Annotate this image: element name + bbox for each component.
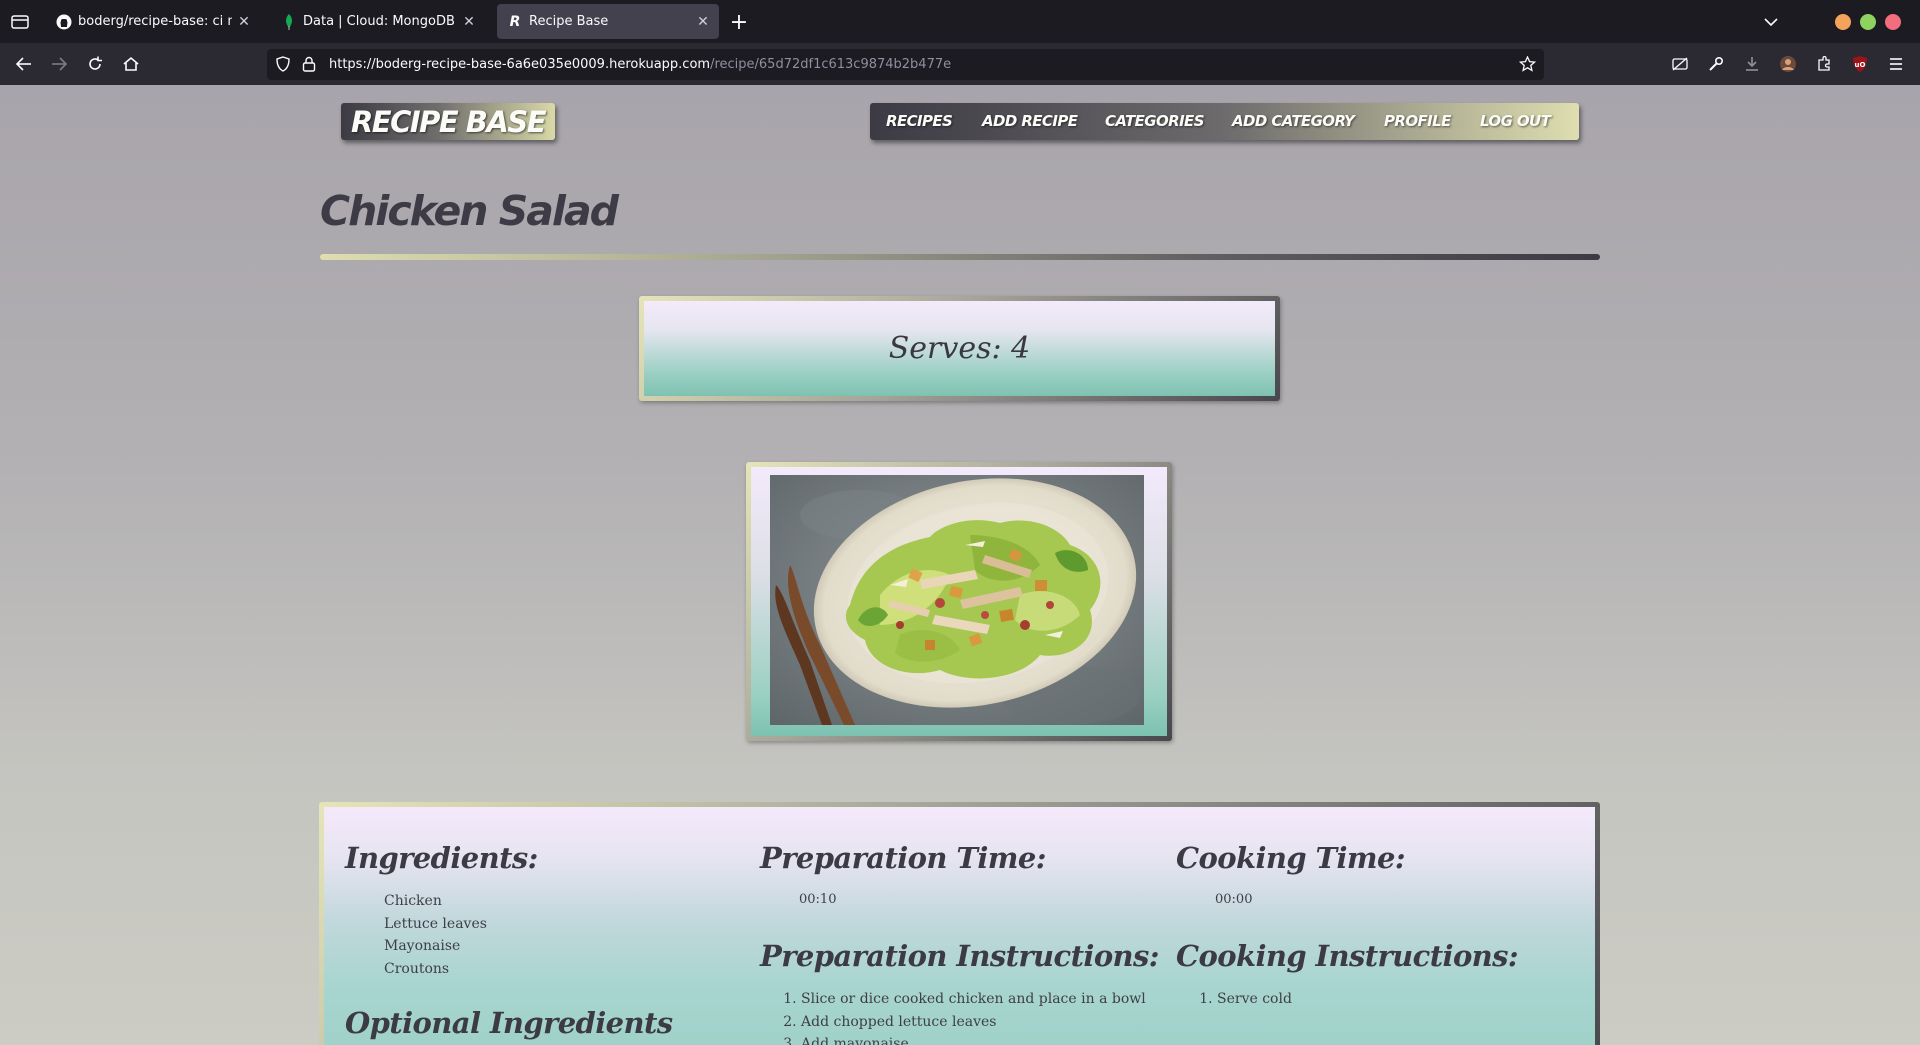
tab-title: boderg/recipe-base: ci milestone [78,14,232,29]
profile-avatar-icon[interactable] [1773,50,1803,78]
back-arrow-icon[interactable] [9,50,39,78]
svg-text:uO: uO [1855,61,1866,69]
recipe-details-card: Ingredients: Chicken Lettuce leaves Mayo… [319,802,1600,1045]
optional-ingredients-heading: Optional Ingredients [345,1006,673,1040]
url-text: https://boderg-recipe-base-6a6e035e0009.… [329,57,951,72]
forward-arrow-icon[interactable] [44,50,74,78]
ublock-origin-icon[interactable]: uO [1845,50,1875,78]
preparation-instructions-list: Slice or dice cooked chicken and place i… [801,988,1146,1045]
window-close-button[interactable] [1885,14,1901,30]
instruction-item: Add chopped lettuce leaves [801,1011,1146,1034]
recipe-image-frame [751,467,1167,736]
bookmark-star-icon[interactable] [1518,55,1537,76]
site-logo-link[interactable]: RECIPE BASE [341,103,555,140]
browser-tab-bar: boderg/recipe-base: ci milestone ✕ Data … [0,0,1920,43]
serves-text: Serves: 4 [888,331,1031,366]
browser-tab-recipe-base[interactable]: R Recipe Base ✕ [497,4,719,39]
nav-link-categories[interactable]: CATEGORIES [1105,112,1205,130]
title-divider [320,254,1600,260]
url-host: https://boderg-recipe-base-6a6e035e0009.… [329,57,711,72]
home-icon[interactable] [116,50,146,78]
recipe-title: Chicken Salad [320,187,619,235]
cooking-instructions-list: Serve cold [1217,988,1292,1011]
serves-card: Serves: 4 [639,296,1280,401]
recipe-base-favicon: R [507,14,523,30]
browser-nav-bar: https://boderg-recipe-base-6a6e035e0009.… [0,43,1920,85]
cooking-instructions-heading: Cooking Instructions: [1176,939,1519,973]
window-minimize-button[interactable] [1835,14,1851,30]
ingredient-item: Lettuce leaves [384,915,487,932]
wrench-icon[interactable] [1701,50,1731,78]
cooking-time-heading: Cooking Time: [1176,841,1406,875]
window-maximize-button[interactable] [1860,14,1876,30]
mongodb-leaf-icon [281,13,297,30]
ingredients-heading: Ingredients: [345,841,538,875]
preparation-time-heading: Preparation Time: [760,841,1046,875]
screenshot-icon[interactable] [1665,50,1695,78]
ingredient-item: Chicken [384,893,442,909]
ingredients-list: Chicken Lettuce leaves Mayonaise Crouton… [384,890,487,981]
cooking-time-value: 00:00 [1215,892,1253,907]
address-bar[interactable]: https://boderg-recipe-base-6a6e035e0009.… [267,49,1544,80]
browser-tab-mongodb[interactable]: Data | Cloud: MongoDB Cloud ✕ [271,4,485,39]
nav-link-add-category[interactable]: ADD CATEGORY [1232,112,1355,130]
firefox-view-icon[interactable] [6,9,34,35]
instruction-item: Slice or dice cooked chicken and place i… [801,988,1146,1011]
main-navigation: RECIPES ADD RECIPE CATEGORIES ADD CATEGO… [870,103,1579,140]
recipe-details-inner: Ingredients: Chicken Lettuce leaves Mayo… [324,807,1595,1045]
download-icon[interactable] [1737,50,1767,78]
close-icon[interactable]: ✕ [457,10,481,34]
tracking-shield-icon[interactable] [275,56,291,76]
nav-link-log-out[interactable]: LOG OUT [1480,112,1551,130]
tab-title: Recipe Base [529,14,609,29]
preparation-instructions-heading: Preparation Instructions: [760,939,1159,973]
chevron-down-icon[interactable] [1757,8,1785,36]
tab-title: Data | Cloud: MongoDB Cloud [303,14,457,29]
reload-icon[interactable] [80,50,110,78]
ingredient-item: Croutons [384,961,450,978]
web-page: RECIPE BASE RECIPES ADD RECIPE CATEGORIE… [0,85,1920,1045]
ingredient-item: Mayonaise [384,938,461,955]
favicon-letter: R [509,13,521,30]
nav-link-profile[interactable]: PROFILE [1384,112,1451,130]
url-path: /recipe/65d72df1c613c9874b2b477e [710,57,952,72]
github-icon [56,14,72,30]
preparation-time-value: 00:10 [799,892,837,907]
recipe-image-card [746,462,1172,741]
hamburger-menu-icon[interactable] [1881,50,1911,78]
recipe-image-chicken-salad [770,475,1144,725]
extensions-puzzle-icon[interactable] [1809,50,1839,78]
nav-link-add-recipe[interactable]: ADD RECIPE [982,112,1078,130]
lock-icon[interactable] [302,56,316,76]
nav-link-recipes[interactable]: RECIPES [886,112,953,130]
browser-tab-github[interactable]: boderg/recipe-base: ci milestone ✕ [46,4,260,39]
close-icon[interactable]: ✕ [691,10,715,34]
serves-card-inner: Serves: 4 [644,301,1275,396]
instruction-item: Serve cold [1217,988,1292,1011]
close-icon[interactable]: ✕ [232,10,256,34]
new-tab-plus-icon[interactable]: + [725,8,753,36]
instruction-item: Add mayonaise [801,1033,1146,1045]
